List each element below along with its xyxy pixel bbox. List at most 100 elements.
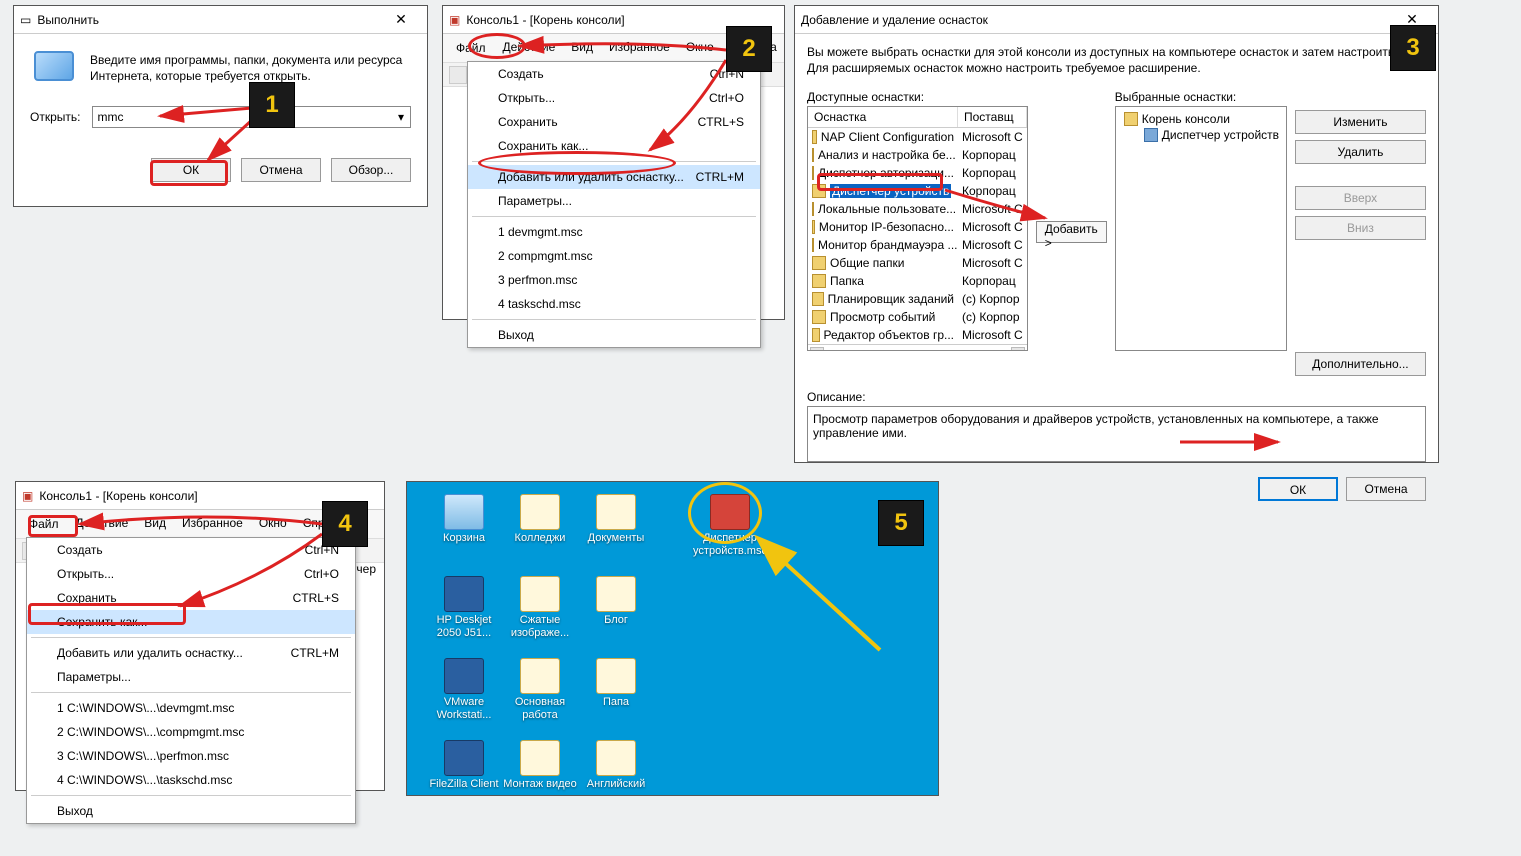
menu-item[interactable]: Параметры... [27, 665, 355, 689]
scroll-right-icon[interactable]: ▸ [1011, 347, 1025, 352]
menu-item[interactable]: 3 C:\WINDOWS\...\perfmon.msc [27, 744, 355, 768]
menu-item[interactable]: Открыть...Ctrl+O [27, 562, 355, 586]
menu-item[interactable]: СоздатьCtrl+N [468, 62, 760, 86]
snapin-row[interactable]: Диспетчер устройствКорпорац [808, 182, 1027, 200]
mmc-icon: ▣ [449, 13, 460, 27]
menu-item[interactable]: Добавить или удалить оснастку...CTRL+M [468, 165, 760, 189]
desktop-icon[interactable]: Блог [579, 576, 653, 627]
desktop-icon[interactable]: Монтаж видео [503, 740, 577, 791]
menu-окно[interactable]: Окно [678, 36, 722, 60]
desktop-icon[interactable]: Колледжи [503, 494, 577, 545]
menu-item[interactable]: 1 C:\WINDOWS\...\devmgmt.msc [27, 696, 355, 720]
desktop-icon[interactable]: Основная работа [503, 658, 577, 721]
chevron-down-icon[interactable]: ▾ [393, 108, 409, 126]
cancel-button[interactable]: Отмена [241, 158, 321, 182]
snapin-icon [812, 328, 820, 342]
snapin-row[interactable]: Планировщик заданий(с) Корпор [808, 290, 1027, 308]
desktop-icon[interactable]: Корзина [427, 494, 501, 545]
cancel-button[interactable]: Отмена [1346, 477, 1426, 501]
delete-button[interactable]: Удалить [1295, 140, 1426, 164]
advanced-button[interactable]: Дополнительно... [1295, 352, 1426, 376]
run-description: Введите имя программы, папки, документа … [90, 52, 411, 84]
snapin-row[interactable]: Редактор объектов гр...Microsoft C [808, 326, 1027, 344]
desc-label: Описание: [807, 388, 1426, 406]
menu-окно[interactable]: Окно [251, 512, 295, 536]
menu-item[interactable]: 1 devmgmt.msc [468, 220, 760, 244]
desktop-icon[interactable]: Документы [579, 494, 653, 545]
menu-действие[interactable]: Действие [495, 36, 564, 60]
menu-item[interactable]: Выход [27, 799, 355, 823]
close-icon[interactable]: ✕ [381, 11, 421, 28]
snapin-row[interactable]: ПапкаКорпорац [808, 272, 1027, 290]
menu-item[interactable]: Добавить или удалить оснастку...CTRL+M [27, 641, 355, 665]
menu-item[interactable]: 2 C:\WINDOWS\...\compmgmt.msc [27, 720, 355, 744]
back-icon[interactable] [449, 66, 467, 84]
selected-tree[interactable]: Корень консоли Диспетчер устройств [1115, 106, 1287, 351]
open-label: Открыть: [30, 108, 80, 126]
snapin-row[interactable]: Общие папкиMicrosoft C [808, 254, 1027, 272]
snapin-row[interactable]: Диспетчер авторизаци...Корпорац [808, 164, 1027, 182]
tree-root: Корень консоли [1142, 112, 1230, 126]
browse-button[interactable]: Обзор... [331, 158, 411, 182]
menu-item[interactable]: 4 taskschd.msc [468, 292, 760, 316]
col-name[interactable]: Оснастка [808, 107, 958, 127]
file-icon [520, 658, 560, 694]
down-button[interactable]: Вниз [1295, 216, 1426, 240]
ok-button[interactable]: ОК [151, 158, 231, 182]
snapin-row[interactable]: Монитор IP-безопасно...Microsoft C [808, 218, 1027, 236]
file-icon [596, 494, 636, 530]
menu-item[interactable]: Сохранить как... [468, 134, 760, 158]
menu-файл[interactable]: Файл [447, 36, 495, 60]
menu-item[interactable]: 2 compmgmt.msc [468, 244, 760, 268]
col-vendor[interactable]: Поставщ [958, 107, 1027, 127]
desktop-icon[interactable]: Английский [579, 740, 653, 791]
menu-item[interactable]: Открыть...Ctrl+O [468, 86, 760, 110]
add-button[interactable]: Добавить > [1036, 221, 1107, 243]
run-dialog: ▭ Выполнить ✕ Введите имя программы, пап… [13, 5, 428, 207]
snapin-icon [812, 310, 826, 324]
menu-файл[interactable]: Файл [20, 512, 68, 536]
snapin-row[interactable]: Локальные пользовате...Microsoft C [808, 200, 1027, 218]
file-icon [520, 740, 560, 776]
run-icon-small: ▭ [20, 13, 31, 27]
menu-действие[interactable]: Действие [68, 512, 137, 536]
menu-item[interactable]: Сохранить как... [27, 610, 355, 634]
snapin-row[interactable]: NAP Client ConfigurationMicrosoft C [808, 128, 1027, 146]
snapin-icon [812, 202, 814, 216]
edit-extensions-button[interactable]: Изменить расширения... [1295, 110, 1426, 134]
file-icon [710, 494, 750, 530]
menu-item[interactable]: 3 perfmon.msc [468, 268, 760, 292]
snapin-row[interactable]: Монитор брандмауэра ...Microsoft C [808, 236, 1027, 254]
mmc2-title: Консоль1 - [Корень консоли] [466, 13, 778, 27]
ok-button[interactable]: ОК [1258, 477, 1338, 501]
menu-item[interactable]: СоздатьCtrl+N [27, 538, 355, 562]
snapin-icon [812, 292, 824, 306]
desktop[interactable]: КорзинаКолледжиДокументы Диспетчер устрой… [406, 481, 939, 796]
snapins-dialog: Добавление и удаление оснасток ✕ Вы може… [794, 5, 1439, 463]
snapin-row[interactable]: Анализ и настройка бе...Корпорац [808, 146, 1027, 164]
desktop-icon[interactable]: FileZilla Client [427, 740, 501, 791]
folder-icon [1124, 112, 1138, 126]
available-list[interactable]: Оснастка Поставщ NAP Client Configuratio… [807, 106, 1028, 351]
desktop-icon[interactable]: Диспетчер устройств.msc [693, 494, 767, 557]
menu-вид[interactable]: Вид [136, 512, 174, 536]
menu-вид[interactable]: Вид [563, 36, 601, 60]
desktop-icon[interactable]: Папа [579, 658, 653, 709]
file-icon [596, 658, 636, 694]
menu-избранное[interactable]: Избранное [601, 36, 678, 60]
menu-item[interactable]: Выход [468, 323, 760, 347]
desktop-icon[interactable]: Сжатые изображе... [503, 576, 577, 639]
desktop-icon[interactable]: VMware Workstati... [427, 658, 501, 721]
snapin-row[interactable]: Просмотр событий(с) Корпор [808, 308, 1027, 326]
up-button[interactable]: Вверх [1295, 186, 1426, 210]
file-menu-dropdown: СоздатьCtrl+NОткрыть...Ctrl+OСохранитьCT… [26, 537, 356, 824]
run-logo-icon [34, 51, 74, 81]
scroll-left-icon[interactable]: ◂ [810, 347, 824, 352]
file-icon [520, 494, 560, 530]
menu-item[interactable]: СохранитьCTRL+S [468, 110, 760, 134]
menu-избранное[interactable]: Избранное [174, 512, 251, 536]
menu-item[interactable]: СохранитьCTRL+S [27, 586, 355, 610]
menu-item[interactable]: 4 C:\WINDOWS\...\taskschd.msc [27, 768, 355, 792]
menu-item[interactable]: Параметры... [468, 189, 760, 213]
desktop-icon[interactable]: HP Deskjet 2050 J51... [427, 576, 501, 639]
